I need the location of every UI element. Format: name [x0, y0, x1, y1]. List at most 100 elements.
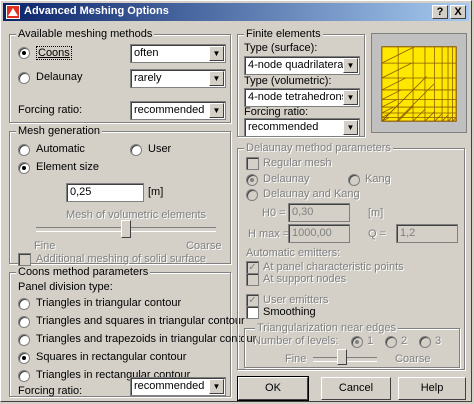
level-1-radio[interactable] [351, 336, 363, 348]
methods-forcing-ratio-label: Forcing ratio: [18, 104, 83, 116]
smoothing-label: Smoothing [263, 306, 316, 318]
finite-elements-title: Finite elements [244, 28, 323, 40]
hmax-value: 1000,00 [292, 227, 332, 239]
chevron-down-icon[interactable]: ▼ [343, 90, 358, 105]
delaunay-radio[interactable] [18, 72, 30, 84]
element-size-value: 0,25 [70, 186, 92, 198]
number-of-levels-label: Number of levels: [253, 335, 339, 347]
kang-radio[interactable] [348, 174, 360, 186]
type-volumetric-label: Type (volumetric): [244, 75, 332, 87]
level-2-radio[interactable] [385, 336, 397, 348]
mesh-preview-image [381, 46, 457, 122]
delaunay-frequency-select[interactable]: rarely ▼ [130, 69, 226, 88]
additional-meshing-checkbox[interactable] [18, 253, 31, 266]
coons-option-radio[interactable] [18, 352, 30, 364]
delaunay-method-radio[interactable] [246, 174, 258, 186]
coons-forcing-ratio-label: Forcing ratio: [18, 385, 83, 397]
methods-forcing-ratio-value: recommended [134, 104, 205, 116]
regular-mesh-label: Regular mesh [263, 157, 332, 169]
coons-option-label: Triangles in triangular contour [36, 297, 182, 309]
chevron-down-icon[interactable]: ▼ [343, 58, 358, 73]
type-surface-value: 4-node quadrilaterals [248, 59, 352, 71]
volumetric-mesh-title: Mesh of volumetric elements [66, 209, 206, 221]
hmax-input[interactable]: 1000,00 [288, 224, 350, 243]
delaunay-kang-label: Delaunay and Kang [263, 188, 360, 200]
element-size-input[interactable]: 0,25 [66, 183, 144, 202]
regular-mesh-checkbox[interactable] [246, 157, 259, 170]
chevron-down-icon[interactable]: ▼ [343, 120, 358, 135]
delaunay-params-title: Delaunay method parameters [244, 142, 393, 154]
triangularization-group: Triangularization near edges Number of l… [244, 322, 460, 368]
chevron-down-icon[interactable]: ▼ [209, 103, 224, 118]
coons-option-radio[interactable] [18, 316, 30, 328]
volumetric-coarse-label: Coarse [186, 240, 222, 252]
element-size-radio[interactable] [18, 162, 30, 174]
panel-division-label: Panel division type: [18, 281, 113, 293]
cancel-button[interactable]: Cancel [321, 377, 391, 400]
type-volumetric-value: 4-node tetrahedrons [248, 91, 348, 103]
type-surface-label: Type (surface): [244, 42, 318, 54]
coons-option-label: Triangles and trapezoids in triangular c… [36, 333, 257, 345]
delaunay-method-label: Delaunay [263, 173, 310, 185]
help-title-button[interactable]: ? [432, 5, 448, 19]
delaunay-label: Delaunay [36, 71, 83, 83]
coons-option-radio[interactable] [18, 298, 30, 310]
mesh-generation-title: Mesh generation [16, 125, 102, 137]
user-label: User [148, 143, 172, 155]
element-size-label: Element size [36, 161, 99, 173]
app-icon [6, 5, 20, 19]
coons-forcing-ratio-select[interactable]: recommended ▼ [130, 377, 226, 396]
at-support-checkbox[interactable] [246, 273, 259, 286]
additional-meshing-label: Additional meshing of solid surface [36, 253, 206, 265]
coons-option-radio[interactable] [18, 370, 30, 382]
delaunay-frequency-value: rarely [134, 72, 162, 84]
type-surface-select[interactable]: 4-node quadrilaterals ▼ [244, 56, 360, 75]
tri-fine-label: Fine [285, 353, 307, 365]
fe-forcing-ratio-select[interactable]: recommended ▼ [244, 118, 360, 137]
coons-forcing-ratio-value: recommended [134, 380, 205, 392]
q-input[interactable]: 1,2 [396, 224, 458, 243]
level-1-label: 1 [367, 335, 374, 347]
auto-emitters-label: Automatic emitters: [246, 247, 341, 259]
coons-radio[interactable] [18, 47, 30, 59]
window-title: Advanced Meshing Options [24, 5, 169, 17]
meshing-methods-group: Available meshing methods Coons often ▼ … [9, 28, 231, 123]
coons-option-radio[interactable] [18, 334, 30, 346]
close-button[interactable]: X [450, 5, 466, 19]
q-label: Q = [368, 228, 387, 240]
coons-option-label: Triangles and squares in triangular cont… [36, 315, 245, 327]
automatic-radio[interactable] [18, 144, 30, 156]
fe-forcing-ratio-value: recommended [248, 121, 319, 133]
delaunay-params-group: Delaunay method parameters Regular mesh … [237, 142, 465, 370]
chevron-down-icon[interactable]: ▼ [209, 71, 224, 86]
ok-button[interactable]: OK [237, 376, 309, 401]
user-radio[interactable] [130, 144, 142, 156]
automatic-label: Automatic [36, 143, 85, 155]
element-size-unit: [m] [148, 186, 164, 198]
meshing-methods-title: Available meshing methods [16, 28, 155, 40]
smoothing-checkbox[interactable] [246, 306, 259, 319]
level-3-label: 3 [435, 335, 442, 347]
delaunay-kang-radio[interactable] [246, 189, 258, 201]
hmax-label: H max = [248, 228, 290, 240]
type-volumetric-select[interactable]: 4-node tetrahedrons ▼ [244, 88, 360, 107]
coons-frequency-value: often [134, 47, 159, 59]
coons-frequency-select[interactable]: often ▼ [130, 44, 226, 63]
methods-forcing-ratio-select[interactable]: recommended ▼ [130, 101, 226, 120]
at-support-label: At support nodes [263, 273, 347, 285]
tri-slider-thumb[interactable] [337, 349, 348, 365]
level-3-radio[interactable] [419, 336, 431, 348]
chevron-down-icon[interactable]: ▼ [209, 46, 224, 61]
kang-label: Kang [365, 173, 391, 185]
title-bar[interactable]: Advanced Meshing Options ? X [3, 3, 469, 21]
tri-coarse-label: Coarse [395, 353, 431, 365]
volumetric-slider-thumb[interactable] [121, 220, 131, 238]
fe-forcing-ratio-label: Forcing ratio: [244, 106, 309, 118]
finite-elements-group: Finite elements Type (surface): 4-node q… [237, 28, 365, 137]
help-button[interactable]: Help [398, 377, 466, 400]
mesh-preview [371, 33, 467, 133]
chevron-down-icon[interactable]: ▼ [209, 379, 224, 394]
h0-input[interactable]: 0,30 [288, 203, 350, 222]
dialog-window: Advanced Meshing Options ? X Available m… [0, 0, 472, 402]
h0-label: H0 = [262, 207, 286, 219]
